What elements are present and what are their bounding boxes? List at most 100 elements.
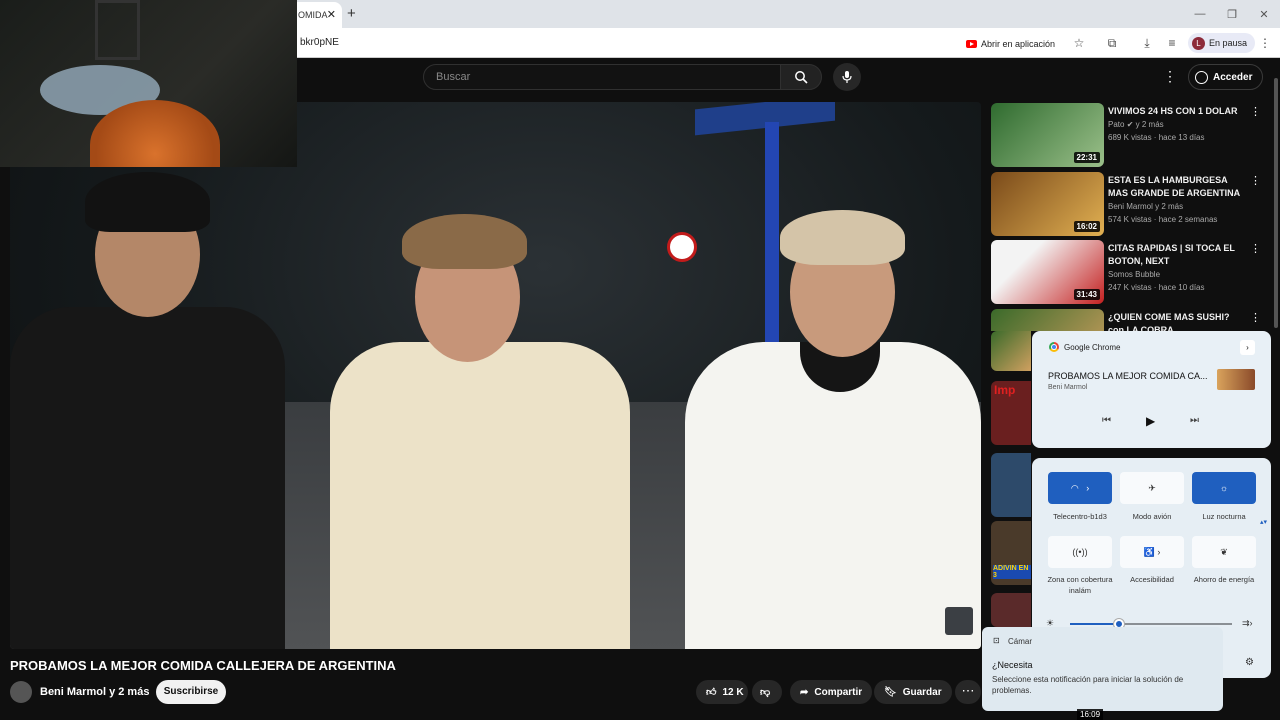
media-artwork — [1217, 369, 1255, 390]
like-button[interactable]: 👍︎ 12 K — [696, 680, 748, 704]
video-duration: 16:09 — [1077, 709, 1104, 720]
mobile-hotspot-tile[interactable]: ((•)) — [1048, 536, 1112, 568]
subscribe-button[interactable]: Suscribirse — [156, 680, 226, 704]
downloads-icon[interactable]: ⤓ — [1138, 34, 1156, 52]
night-light-tile[interactable]: ☼ — [1192, 472, 1256, 504]
media-artist: Beni Marmol — [1048, 384, 1088, 391]
recommendation-item[interactable]: 16:02 ESTA ES LA HAMBURGESA MAS GRANDE D… — [991, 172, 1261, 236]
notification-app: Cámar — [1008, 637, 1033, 646]
notification-body: Seleccione esta notificación para inicia… — [992, 675, 1184, 695]
open-in-app-label: Abrir en aplicación — [981, 38, 1056, 49]
chevron-right-icon[interactable]: › — [1086, 483, 1089, 493]
recommendation-thumbnail-partial[interactable]: ADIVIN EN 3 — [991, 521, 1031, 585]
recommendation-meta: 247 K vistas · hace 10 días — [1108, 283, 1205, 292]
recommendation-thumbnail-partial[interactable]: Imp — [991, 381, 1031, 445]
airplane-mode-tile[interactable]: ✈ — [1120, 472, 1184, 504]
airplane-mode-label: Modo avión — [1132, 512, 1172, 521]
previous-track-icon[interactable]: ⏮ — [1102, 415, 1111, 426]
notification-toast[interactable]: ⊡ Cámar ¿Necesita Seleccione esta notifi… — [982, 627, 1223, 711]
channel-avatar[interactable] — [10, 681, 32, 703]
scrollbar-thumb[interactable] — [1274, 78, 1278, 328]
video-duration: 16:02 — [1073, 221, 1100, 232]
recommendation-title: VIVIMOS 24 HS CON 1 DOLAR — [1108, 106, 1238, 116]
tab-close-icon[interactable]: ✕ — [327, 8, 336, 21]
recommendation-menu-icon[interactable]: ⋮ — [1250, 311, 1261, 324]
extensions-icon[interactable]: ⧉ — [1103, 34, 1121, 52]
chrome-icon — [1049, 342, 1059, 352]
accessibility-tile[interactable]: ♿ › — [1120, 536, 1184, 568]
bookmark-icon: 🔖︎ — [884, 686, 897, 698]
brightness-slider-fill — [1070, 623, 1119, 625]
search-button[interactable] — [780, 64, 822, 90]
bookmark-star-icon[interactable]: ☆ — [1070, 34, 1088, 52]
profile-button[interactable]: L En pausa — [1188, 33, 1256, 53]
thumbnail-caption: Imp — [994, 383, 1016, 397]
close-window-icon[interactable]: ✕ — [1248, 0, 1280, 28]
settings-menu-icon[interactable]: ⋮ — [1163, 68, 1177, 85]
webcam-background-door — [95, 0, 140, 60]
save-button[interactable]: 🔖︎ Guardar — [874, 680, 952, 704]
url-text[interactable]: bkr0pNE — [300, 37, 339, 48]
recommendation-thumbnail-partial[interactable] — [991, 453, 1031, 517]
leaf-icon: ❦ — [1220, 546, 1228, 557]
airplane-icon: ✈ — [1148, 482, 1156, 493]
notification-title: ¿Necesita — [992, 660, 1033, 670]
page-scrollbar[interactable] — [1272, 58, 1280, 720]
next-track-icon[interactable]: ⏭ — [1190, 415, 1199, 426]
dislike-button[interactable]: 👎︎ — [752, 680, 782, 704]
youtube-icon — [966, 39, 977, 48]
accessibility-icon: ♿ › — [1143, 546, 1161, 557]
sign-in-button[interactable]: Acceder — [1188, 64, 1264, 90]
browser-menu-icon[interactable]: ⋮ — [1256, 34, 1274, 52]
video-player[interactable] — [10, 102, 981, 649]
recommendation-menu-icon[interactable]: ⋮ — [1250, 105, 1261, 118]
recommendation-thumbnail[interactable]: 22:31 — [991, 103, 1104, 167]
recommendation-menu-icon[interactable]: ⋮ — [1250, 242, 1261, 255]
recommendation-thumbnail-partial[interactable] — [991, 593, 1031, 627]
recommendation-thumbnail-partial[interactable] — [991, 331, 1031, 371]
brightness-slider[interactable] — [1070, 619, 1232, 629]
share-button[interactable]: ➦ Compartir — [790, 680, 873, 704]
video-person-center-hair — [402, 214, 527, 269]
browser-tab[interactable]: OMIDA ✕ — [290, 2, 342, 28]
display-settings-icon[interactable]: ⇉› — [1242, 618, 1253, 629]
channel-watermark[interactable] — [945, 607, 973, 635]
recommendation-title: CITAS RAPIDAS | SI TOCA EL BOTON, NEXT — [1108, 243, 1235, 266]
window-controls: — ❐ ✕ — [1184, 0, 1280, 28]
mobile-hotspot-label: Zona con cobertura inalám — [1047, 575, 1113, 595]
gear-icon[interactable]: ⚙ — [1245, 657, 1254, 668]
share-label: Compartir — [814, 686, 863, 698]
video-person-left-hair — [85, 172, 210, 232]
recommendation-item[interactable]: 22:31 VIVIMOS 24 HS CON 1 DOLAR Pato ✔ y… — [991, 103, 1261, 167]
recommendation-thumbnail[interactable] — [991, 309, 1104, 331]
media-flyout: Google Chrome › PROBAMOS LA MEJOR COMIDA… — [1032, 331, 1271, 448]
wifi-tile[interactable]: ◠ › — [1048, 472, 1112, 504]
maximize-icon[interactable]: ❐ — [1216, 0, 1248, 28]
play-icon[interactable]: ▶ — [1146, 414, 1155, 428]
media-app-name: Google Chrome — [1064, 343, 1121, 352]
open-in-app-button[interactable]: Abrir en aplicación — [966, 35, 1055, 52]
recommendation-channel: Somos Bubble — [1108, 270, 1161, 279]
minimize-icon[interactable]: — — [1184, 0, 1216, 28]
recommendation-menu-icon[interactable]: ⋮ — [1250, 174, 1261, 187]
recommendation-thumbnail[interactable]: 31:43 — [991, 240, 1104, 304]
hotspot-icon: ((•)) — [1072, 547, 1088, 557]
chevron-right-icon[interactable]: › — [1240, 340, 1255, 355]
more-actions-button[interactable]: ⋯ — [955, 680, 981, 704]
video-person-right-hair — [780, 210, 905, 265]
channel-name[interactable]: Beni Marmol y 2 más — [40, 686, 149, 698]
recommendation-thumbnail[interactable]: 16:02 — [991, 172, 1104, 236]
recommendation-item[interactable]: 31:43 CITAS RAPIDAS | SI TOCA EL BOTON, … — [991, 240, 1261, 304]
video-person-center-body — [330, 342, 630, 649]
media-title: PROBAMOS LA MEJOR COMIDA CA... — [1048, 371, 1208, 381]
voice-search-button[interactable] — [833, 63, 861, 91]
new-tab-icon[interactable]: + — [347, 5, 356, 22]
page-scroll-icon[interactable]: ▴▾ — [1260, 518, 1267, 526]
profile-status: En pausa — [1209, 38, 1248, 48]
media-control-icon[interactable]: ≡ — [1163, 34, 1181, 52]
search-input[interactable]: Buscar — [423, 64, 781, 90]
accessibility-label: Accesibilidad — [1130, 575, 1174, 584]
recommendation-item[interactable]: ¿QUIEN COME MAS SUSHI? con LA COBRA ⋮ — [991, 309, 1261, 331]
energy-saver-tile[interactable]: ❦ — [1192, 536, 1256, 568]
video-duration: 22:31 — [1073, 152, 1100, 163]
